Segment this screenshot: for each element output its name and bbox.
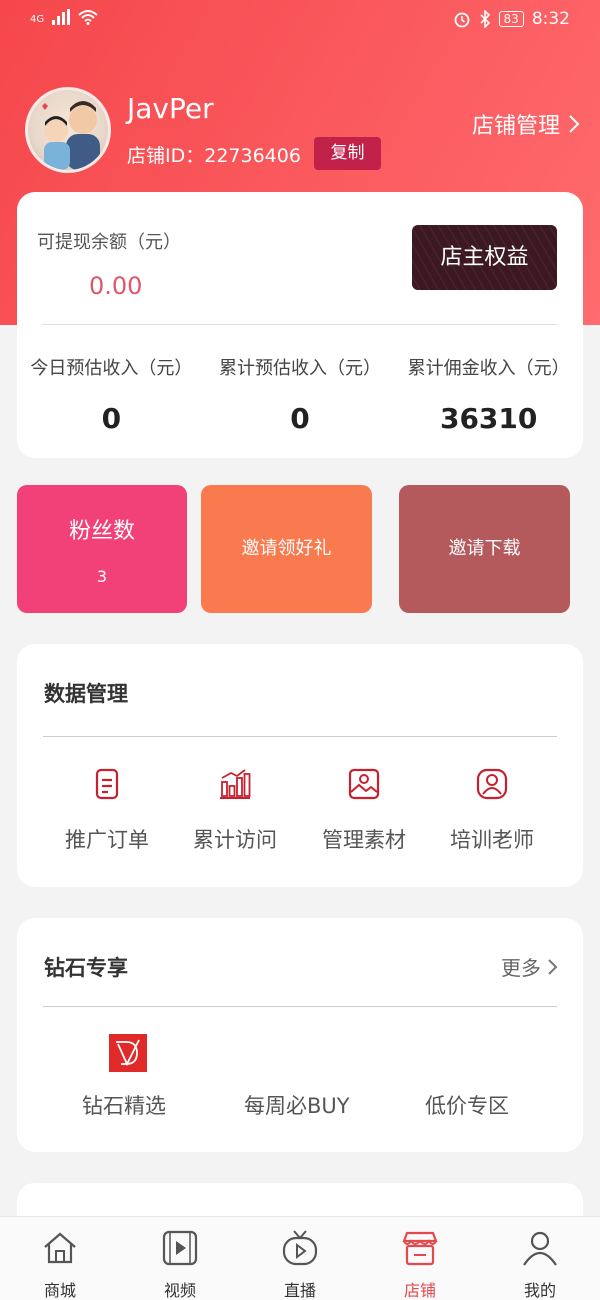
- avatar[interactable]: [25, 87, 111, 173]
- diamond-select-item[interactable]: 钻石精选: [82, 1090, 166, 1120]
- fans-tile[interactable]: 粉丝数 3: [17, 485, 187, 613]
- dv-logo-icon: [109, 1034, 147, 1072]
- low-price-item[interactable]: 低价专区: [425, 1090, 509, 1120]
- battery-indicator: 83: [498, 11, 524, 27]
- signal-icon: [52, 9, 71, 25]
- stat-commission: 累计佣金收入（元） 36310: [394, 354, 583, 435]
- tab-label: 直播: [283, 1281, 316, 1300]
- alarm-icon: [454, 12, 469, 28]
- func-label: 管理素材: [322, 828, 406, 852]
- bar-chart-icon: [220, 769, 251, 799]
- tab-mall[interactable]: 商城: [0, 1217, 120, 1300]
- network-label: 4G: [30, 14, 45, 25]
- tab-live[interactable]: 直播: [240, 1217, 360, 1300]
- tab-me[interactable]: 我的: [480, 1217, 600, 1300]
- tab-label: 商城: [43, 1281, 76, 1300]
- shop-id: 店铺ID：22736406: [127, 145, 301, 167]
- invite-gift-tile[interactable]: 邀请领好礼: [201, 485, 372, 613]
- user-icon: [523, 1231, 557, 1266]
- stat-label: 今日预估收入（元）: [30, 358, 193, 379]
- diamond-title: 钻石专享: [44, 956, 128, 980]
- tab-label: 店铺: [403, 1281, 436, 1300]
- tv-icon: [282, 1230, 318, 1266]
- store-icon: [402, 1231, 438, 1266]
- username: JavPer: [127, 92, 214, 125]
- owner-rights-button[interactable]: 店主权益: [412, 225, 557, 290]
- wifi-icon: [78, 10, 98, 25]
- fans-count: 3: [96, 567, 108, 586]
- video-icon: [162, 1230, 198, 1266]
- stat-label: 累计佣金收入（元）: [407, 358, 570, 379]
- cumulative-visits-item[interactable]: 累计访问: [170, 768, 300, 854]
- chevron-right-icon: [569, 115, 580, 133]
- more-label: 更多: [501, 956, 541, 980]
- stat-value: 0: [101, 402, 122, 435]
- balance-label: 可提现余额（元）: [37, 232, 181, 253]
- balance-card: 可提现余额（元） 0.00 店主权益 今日预估收入（元） 0 累计预估收入（元）…: [17, 192, 583, 458]
- data-management-title: 数据管理: [44, 682, 128, 706]
- balance-value: 0.00: [89, 272, 143, 300]
- store-manage-label: 店铺管理: [471, 114, 560, 139]
- func-label: 累计访问: [193, 828, 277, 852]
- order-icon: [95, 768, 119, 800]
- tab-label: 我的: [523, 1281, 556, 1300]
- more-link[interactable]: 更多: [501, 952, 558, 981]
- bluetooth-icon: [479, 10, 490, 28]
- income-stats: 今日预估收入（元） 0 累计预估收入（元） 0 累计佣金收入（元） 36310: [17, 354, 583, 435]
- diamond-divider: [43, 1006, 557, 1007]
- chevron-right-icon: [548, 958, 558, 975]
- copy-button[interactable]: 复制: [314, 137, 381, 170]
- data-divider: [43, 736, 557, 737]
- stat-value: 36310: [439, 402, 538, 435]
- status-bar: 4G 83 8:32: [0, 0, 600, 42]
- stat-value: 0: [290, 402, 310, 435]
- fans-label: 粉丝数: [68, 519, 135, 544]
- weekly-buy-item[interactable]: 每周必BUY: [244, 1090, 350, 1120]
- balance-divider: [42, 324, 557, 325]
- invite-download-tile[interactable]: 邀请下载: [399, 485, 570, 613]
- manage-materials-item[interactable]: 管理素材: [299, 768, 429, 854]
- stat-cumulative: 累计预估收入（元） 0: [206, 354, 395, 435]
- training-teacher-item[interactable]: 培训老师: [427, 768, 557, 854]
- stat-today: 今日预估收入（元） 0: [17, 354, 206, 435]
- stat-label: 累计预估收入（元）: [219, 358, 381, 379]
- tab-video[interactable]: 视频: [120, 1217, 240, 1300]
- func-label: 培训老师: [450, 828, 534, 852]
- home-icon: [44, 1232, 76, 1264]
- teacher-icon: [476, 768, 508, 800]
- bottom-tab-bar: 商城 视频 直播 店铺 我的: [0, 1216, 600, 1300]
- image-icon: [348, 768, 380, 800]
- clock: 8:32: [531, 9, 570, 29]
- promo-orders-item[interactable]: 推广订单: [42, 768, 172, 854]
- store-manage-link[interactable]: 店铺管理: [472, 108, 580, 140]
- func-label: 推广订单: [65, 828, 149, 852]
- tab-label: 视频: [163, 1281, 196, 1300]
- tab-store[interactable]: 店铺: [360, 1217, 480, 1300]
